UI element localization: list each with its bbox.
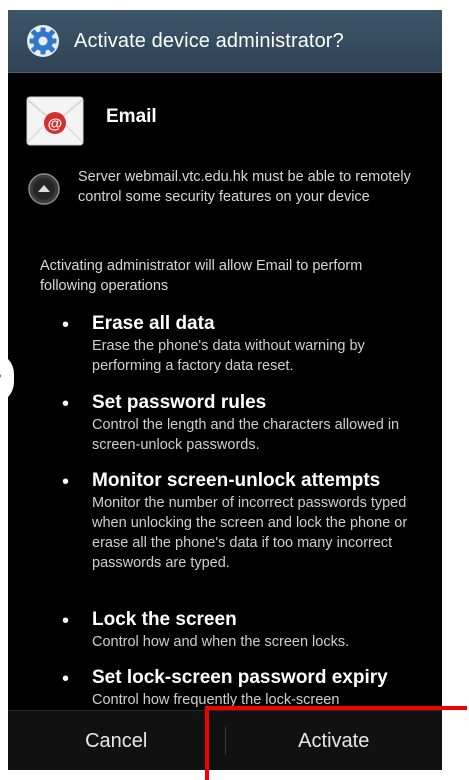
expand-up-icon[interactable] bbox=[28, 173, 60, 205]
permission-title: Set lock-screen password expiry bbox=[92, 667, 388, 688]
chevron-right-icon: › bbox=[0, 365, 2, 386]
app-header: @ Email bbox=[26, 96, 157, 146]
permission-item: • Set lock-screen password expiry Contro… bbox=[62, 666, 432, 710]
gear-icon bbox=[27, 25, 59, 57]
permission-desc: Control the length and the characters al… bbox=[92, 417, 400, 453]
annotation-highlight-left bbox=[205, 706, 209, 780]
server-info: Server webmail.vtc.edu.hk must be able t… bbox=[28, 167, 428, 207]
bullet-icon: • bbox=[62, 610, 70, 632]
intro-text: Activating administrator will allow Emai… bbox=[40, 258, 363, 294]
annotation-highlight-top bbox=[205, 706, 467, 710]
bullet-icon: • bbox=[62, 668, 70, 690]
bullet-icon: • bbox=[62, 471, 70, 493]
permission-desc: Monitor the number of incorrect password… bbox=[92, 495, 408, 571]
activate-button[interactable]: Activate bbox=[226, 711, 443, 770]
bullet-icon: • bbox=[62, 393, 70, 415]
permission-desc: Erase the phone's data without warning b… bbox=[92, 338, 365, 374]
cancel-button[interactable]: Cancel bbox=[8, 711, 225, 770]
permission-title: Monitor screen-unlock attempts bbox=[92, 470, 381, 491]
permission-title: Erase all data bbox=[92, 313, 215, 334]
permission-desc: Control how and when the screen locks. bbox=[92, 634, 350, 650]
server-info-text: Server webmail.vtc.edu.hk must be able t… bbox=[78, 169, 411, 205]
dialog-button-bar: Cancel Activate bbox=[8, 710, 442, 770]
permission-item: • Set password rules Control the length … bbox=[62, 391, 432, 455]
permission-title: Lock the screen bbox=[92, 609, 237, 630]
permission-item: • Monitor screen-unlock attempts Monitor… bbox=[62, 469, 432, 573]
app-name: Email bbox=[106, 106, 157, 127]
email-envelope-icon: @ bbox=[26, 96, 84, 146]
permission-title: Set password rules bbox=[92, 392, 267, 413]
dialog-title: Activate device administrator? bbox=[74, 29, 344, 52]
permission-item: • Lock the screen Control how and when t… bbox=[62, 608, 432, 652]
device-admin-dialog: Activate device administrator? @ Email S… bbox=[8, 10, 442, 770]
svg-text:@: @ bbox=[48, 116, 63, 133]
bullet-icon: • bbox=[62, 314, 70, 336]
dialog-titlebar: Activate device administrator? bbox=[8, 10, 442, 73]
permission-item: • Erase all data Erase the phone's data … bbox=[62, 312, 432, 376]
